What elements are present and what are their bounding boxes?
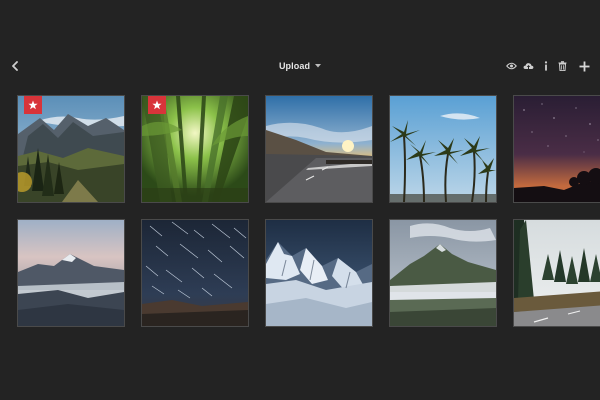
- page-title: Upload: [278, 61, 311, 71]
- snowy-peaks-photo: [266, 220, 372, 326]
- trash-icon: [558, 61, 567, 71]
- night-sky-dusk-photo: [514, 96, 600, 202]
- album-title-menu[interactable]: Upload: [278, 61, 322, 71]
- cloud-upload-icon: [523, 62, 534, 70]
- add-button[interactable]: [574, 56, 594, 76]
- info-button[interactable]: [537, 56, 554, 76]
- photo-thumbnail-sunset-road[interactable]: [265, 95, 373, 203]
- photo-thumbnail-snowy-peaks[interactable]: [265, 219, 373, 327]
- photo-thumbnail-mountain-valley[interactable]: [17, 95, 125, 203]
- photo-thumbnail-night-sky-dusk[interactable]: [513, 95, 600, 203]
- photo-thumbnail-palm-trees[interactable]: [389, 95, 497, 203]
- star-trails-photo: [142, 220, 248, 326]
- plus-icon: [579, 61, 589, 71]
- delete-button[interactable]: [554, 56, 571, 76]
- star-icon: [28, 100, 38, 110]
- back-button[interactable]: [6, 56, 24, 76]
- eye-icon: [506, 62, 517, 70]
- favorite-badge[interactable]: [148, 96, 166, 114]
- photo-thumbnail-star-trails[interactable]: [141, 219, 249, 327]
- photo-thumbnail-bamboo-forest[interactable]: [141, 95, 249, 203]
- toolbar: Upload: [0, 54, 600, 78]
- photo-library-app: Upload: [0, 0, 600, 400]
- photo-thumbnail-misty-mountain[interactable]: [17, 219, 125, 327]
- photo-thumbnail-fog-lake-mountain[interactable]: [389, 219, 497, 327]
- cloud-upload-button[interactable]: [520, 56, 537, 76]
- misty-mountain-photo: [18, 220, 124, 326]
- caret-down-icon: [315, 64, 322, 68]
- preview-button[interactable]: [503, 56, 520, 76]
- fog-lake-mountain-photo: [390, 220, 496, 326]
- sunset-road-photo: [266, 96, 372, 202]
- photo-thumbnail-pine-forest-road[interactable]: [513, 219, 600, 327]
- toolbar-actions: [503, 56, 594, 76]
- chevron-left-icon: [12, 61, 18, 71]
- info-icon: [544, 61, 547, 71]
- favorite-badge[interactable]: [24, 96, 42, 114]
- star-icon: [152, 100, 162, 110]
- pine-forest-road-photo: [514, 220, 600, 326]
- palm-trees-photo: [390, 96, 496, 202]
